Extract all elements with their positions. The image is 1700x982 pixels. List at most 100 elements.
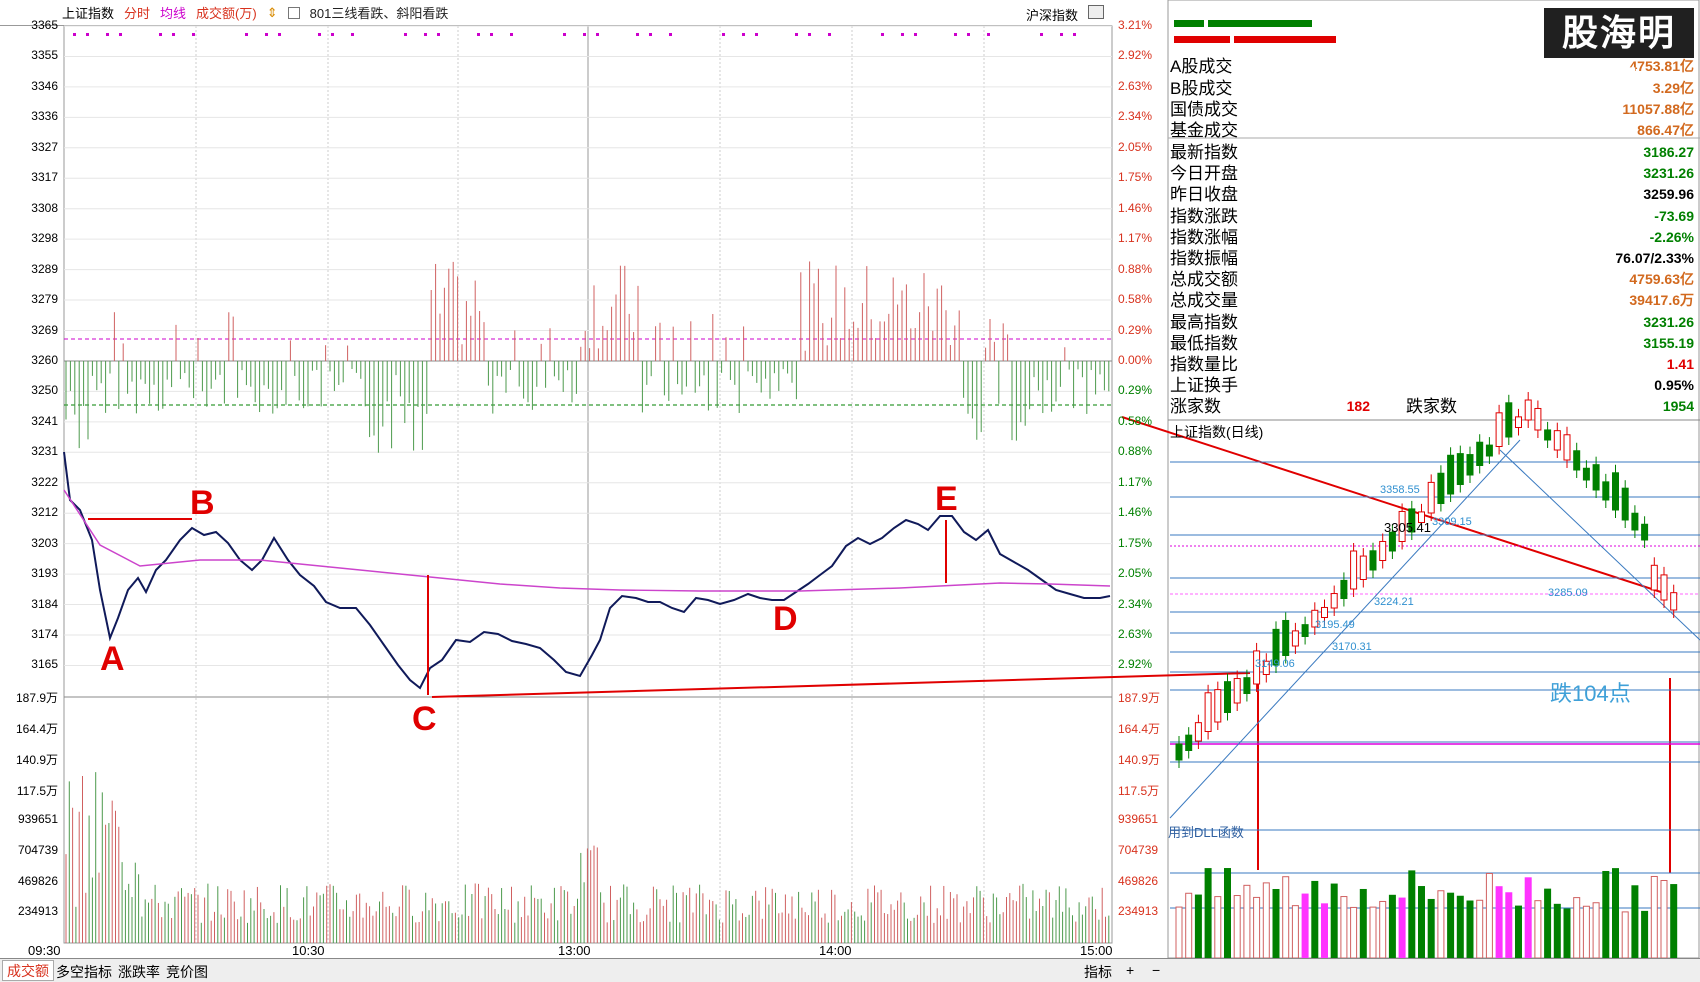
percent-tick: 3.21% <box>1118 18 1153 32</box>
zoom-in-button[interactable]: + <box>1122 962 1138 978</box>
percent-tick: 1.17% <box>1118 231 1153 245</box>
percent-tick: 1.46% <box>1118 505 1153 519</box>
signal-dot <box>192 33 195 36</box>
candle-body <box>1553 430 1561 451</box>
daily-volume-bar <box>1660 879 1668 958</box>
candle-body <box>1466 454 1474 476</box>
volume-tick: 234913 <box>17 904 58 918</box>
stat-row: 指数量比 1.41 <box>1166 354 1700 375</box>
stat-label: 国债成交 <box>1170 100 1238 119</box>
daily-volume-bar <box>1350 906 1358 958</box>
stat-label: 指数量比 <box>1170 355 1238 374</box>
daily-volume-bar <box>1612 868 1619 958</box>
stat-label: 最高指数 <box>1170 313 1238 332</box>
signal-dot <box>987 33 990 36</box>
daily-volume-bar <box>1621 911 1629 958</box>
stat-label: 上证换手 <box>1170 376 1238 395</box>
daily-volume-bar <box>1359 888 1367 958</box>
candle-body <box>1379 540 1387 561</box>
stat-row: 总成交量 39417.6万 <box>1166 290 1700 311</box>
signal-dot <box>881 33 884 36</box>
signal-dot <box>510 33 513 36</box>
daily-volume-bar <box>1495 886 1503 958</box>
daily-volume-bar <box>1379 900 1387 958</box>
stat-value: 0.95% <box>1654 377 1694 393</box>
stat-label: B股成交 <box>1170 79 1233 98</box>
candle-body <box>1243 677 1251 694</box>
percent-tick: 2.05% <box>1118 566 1153 580</box>
daily-volume-bar <box>1524 877 1532 958</box>
stat-value: -73.69 <box>1654 208 1694 224</box>
indicator-button[interactable]: 指标 <box>1080 962 1116 982</box>
tab-long-short[interactable]: 多空指标 <box>52 962 116 982</box>
daily-volume-bar <box>1330 883 1338 958</box>
percent-tick: 2.34% <box>1118 597 1153 611</box>
breadth-row: 涨家数 182 跌家数 1954 <box>1166 396 1700 417</box>
daily-volume-bar <box>1214 896 1222 958</box>
annotation-arrow <box>1121 416 1665 594</box>
price-tick: 3279 <box>31 292 58 306</box>
volume-tick: 164.4万 <box>15 722 58 736</box>
daily-volume-bar <box>1544 888 1552 958</box>
signal-dot <box>351 33 354 36</box>
signal-dot <box>245 33 248 36</box>
daily-volume-bar <box>1194 894 1202 958</box>
stat-value: 1.41 <box>1666 356 1694 372</box>
candle-body <box>1631 512 1639 531</box>
annotation-e: E <box>935 480 958 518</box>
candle-body <box>1563 434 1571 461</box>
percent-tick: 2.63% <box>1118 79 1153 93</box>
candle-body <box>1582 467 1590 481</box>
time-tick: 15:00 <box>1080 943 1113 958</box>
kline-note: 3305.41 <box>1384 520 1431 535</box>
candle-body <box>1233 678 1241 704</box>
price-tick: 3317 <box>31 170 58 184</box>
stat-value: 866.47亿 <box>1637 122 1694 138</box>
price-tick: 3346 <box>31 79 58 93</box>
signal-dot <box>795 33 798 36</box>
percent-tick: 0.88% <box>1118 262 1153 276</box>
daily-volume-bar <box>1437 890 1445 958</box>
signal-dot <box>119 33 122 36</box>
signal-dot <box>755 33 758 36</box>
signal-dot <box>636 33 639 36</box>
daily-volume-bar <box>1388 894 1396 958</box>
app-window: 上证指数 分时 均线 成交额(万) ⇕ 801三线看跌、斜阳看跌 沪深指数 33… <box>0 0 1700 982</box>
kline-note: 3358.55 <box>1380 484 1420 496</box>
volume-tick: 140.9万 <box>15 753 58 767</box>
signal-dot <box>649 33 652 36</box>
signal-dot <box>73 33 76 36</box>
percent-tick: 2.63% <box>1118 627 1153 641</box>
candle-body <box>1301 624 1309 638</box>
daily-volume-bar <box>1369 906 1377 958</box>
candle-body <box>1194 722 1202 742</box>
tab-advance-decline[interactable]: 涨跌率 <box>114 962 164 982</box>
candle-body <box>1282 619 1290 657</box>
daily-volume-bar <box>1301 893 1309 958</box>
bottom-tab-bar: 成交额 多空指标 涨跌率 竞价图 指标 + − <box>0 958 1700 982</box>
rise-label: 涨家数 <box>1170 397 1221 416</box>
candle-body <box>1437 472 1445 505</box>
price-tick: 3327 <box>31 140 58 154</box>
daily-volume-bar <box>1408 870 1416 958</box>
price-tick: 3336 <box>31 109 58 123</box>
stat-label: 最新指数 <box>1170 143 1238 162</box>
rise-count: 182 <box>1346 398 1370 414</box>
candle-body <box>1447 454 1455 495</box>
daily-volume-bar <box>1515 905 1522 958</box>
kline-note: 3224.21 <box>1374 596 1414 608</box>
stat-label: 基金成交 <box>1170 121 1238 140</box>
candle-body <box>1291 630 1299 647</box>
drop-label: 跌104点 <box>1550 681 1631 706</box>
daily-volume-bar <box>1456 895 1464 958</box>
price-tick: 3193 <box>31 566 58 580</box>
signal-dot <box>828 33 831 36</box>
tab-auction[interactable]: 竞价图 <box>162 962 212 982</box>
daily-volume-bar <box>1185 892 1193 958</box>
candle-body <box>1427 481 1435 514</box>
stat-value: 76.07/2.33% <box>1615 250 1694 266</box>
annotation-c: C <box>412 700 437 738</box>
percent-tick: 2.05% <box>1118 140 1153 154</box>
zoom-out-button[interactable]: − <box>1148 962 1164 978</box>
tab-turnover[interactable]: 成交额 <box>2 960 54 981</box>
